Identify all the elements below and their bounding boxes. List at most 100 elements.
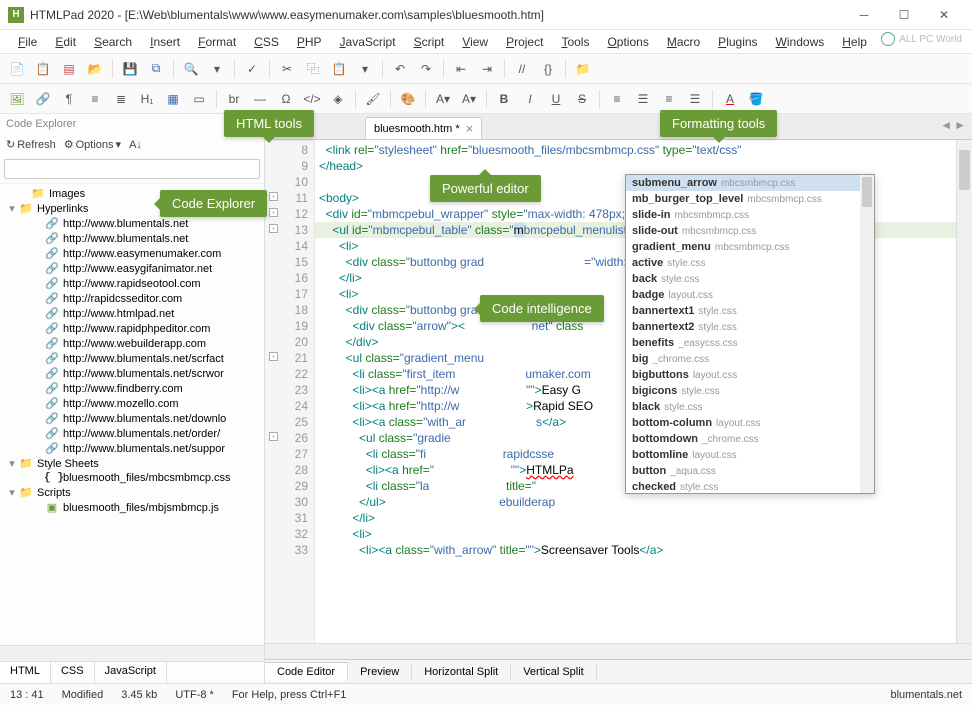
bold-icon[interactable]: B: [493, 88, 515, 110]
tree-link-10[interactable]: 🔗http://www.blumentals.net/scrwor: [4, 366, 260, 381]
new-doc-icon[interactable]: 📋: [32, 58, 54, 80]
view-tab-vertical-split[interactable]: Vertical Split: [511, 663, 597, 681]
autocomplete-popup[interactable]: submenu_arrow mbcsmbmcp.cssmb_burger_top…: [625, 174, 875, 494]
brush-icon[interactable]: 🖌: [362, 88, 384, 110]
tree-link-0[interactable]: 🔗http://www.blumentals.net: [4, 216, 260, 231]
close-button[interactable]: ✕: [924, 1, 964, 29]
minimize-button[interactable]: ─: [844, 1, 884, 29]
ac-item[interactable]: bigicons style.css: [626, 383, 874, 399]
ac-item[interactable]: submenu_arrow mbcsmbmcp.css: [626, 175, 874, 191]
ac-item[interactable]: black style.css: [626, 399, 874, 415]
menu-file[interactable]: File: [10, 33, 45, 51]
list-ol-icon[interactable]: ≡: [84, 88, 106, 110]
code-file-icon[interactable]: ▤: [58, 58, 80, 80]
comment-icon[interactable]: //: [511, 58, 533, 80]
font-size-icon[interactable]: A▾: [458, 88, 480, 110]
image-icon[interactable]: 🖼: [6, 88, 28, 110]
menu-edit[interactable]: Edit: [47, 33, 84, 51]
ac-item[interactable]: benefits _easycss.css: [626, 335, 874, 351]
link-icon[interactable]: 🔗: [32, 88, 54, 110]
tree-link-6[interactable]: 🔗http://www.htmlpad.net: [4, 306, 260, 321]
tree-stylesheets[interactable]: ▾📁Style Sheets: [4, 456, 260, 471]
dropdown-icon[interactable]: ▾: [206, 58, 228, 80]
sidebar-tab-javascript[interactable]: JavaScript: [95, 662, 167, 683]
menu-windows[interactable]: Windows: [768, 33, 833, 51]
font-icon[interactable]: A▾: [432, 88, 454, 110]
list-ul-icon[interactable]: ≣: [110, 88, 132, 110]
file-tab[interactable]: bluesmooth.htm * ×: [365, 117, 482, 139]
menu-tools[interactable]: Tools: [553, 33, 597, 51]
align-right-icon[interactable]: ≡: [658, 88, 680, 110]
folder-browse-icon[interactable]: 📁: [572, 58, 594, 80]
ac-item[interactable]: bottomdown _chrome.css: [626, 431, 874, 447]
tree-link-8[interactable]: 🔗http://www.webuilderapp.com: [4, 336, 260, 351]
copy-icon[interactable]: ⿻: [302, 58, 324, 80]
autocomplete-scroll[interactable]: [860, 175, 874, 493]
tab-close-icon[interactable]: ×: [466, 121, 474, 136]
tree-link-5[interactable]: 🔗http://rapidcsseditor.com: [4, 291, 260, 306]
tab-prev-icon[interactable]: ◄: [940, 118, 952, 132]
menu-format[interactable]: Format: [190, 33, 244, 51]
search-icon[interactable]: 🔍: [180, 58, 202, 80]
tree-css-item[interactable]: { }bluesmooth_files/mbcsmbmcp.css: [4, 471, 260, 485]
tree-link-4[interactable]: 🔗http://www.rapidseotool.com: [4, 276, 260, 291]
new-file-icon[interactable]: 📄: [6, 58, 28, 80]
strike-icon[interactable]: S: [571, 88, 593, 110]
underline-icon[interactable]: U: [545, 88, 567, 110]
code-editor[interactable]: 891011-12-13-1415161718192021-2223242526…: [265, 140, 972, 643]
tree-link-1[interactable]: 🔗http://www.blumentals.net: [4, 231, 260, 246]
view-tab-preview[interactable]: Preview: [348, 663, 412, 681]
tree-link-9[interactable]: 🔗http://www.blumentals.net/scrfact: [4, 351, 260, 366]
open-icon[interactable]: 📂: [84, 58, 106, 80]
menu-php[interactable]: PHP: [289, 33, 330, 51]
paragraph-icon[interactable]: ¶: [58, 88, 80, 110]
menu-insert[interactable]: Insert: [142, 33, 188, 51]
menu-macro[interactable]: Macro: [659, 33, 708, 51]
view-tab-code-editor[interactable]: Code Editor: [265, 662, 348, 681]
menu-project[interactable]: Project: [498, 33, 551, 51]
menu-view[interactable]: View: [454, 33, 496, 51]
tree-link-12[interactable]: 🔗http://www.mozello.com: [4, 396, 260, 411]
menu-css[interactable]: CSS: [246, 33, 287, 51]
tree-link-2[interactable]: 🔗http://www.easymenumaker.com: [4, 246, 260, 261]
table-icon[interactable]: ▦: [162, 88, 184, 110]
sidebar-tab-html[interactable]: HTML: [0, 662, 51, 683]
tree-link-15[interactable]: 🔗http://www.blumentals.net/suppor: [4, 441, 260, 456]
ac-item[interactable]: gradient_menu mbcsmbmcp.css: [626, 239, 874, 255]
menu-search[interactable]: Search: [86, 33, 140, 51]
bg-color-icon[interactable]: 🪣: [745, 88, 767, 110]
ac-item[interactable]: badge layout.css: [626, 287, 874, 303]
ac-item[interactable]: bigbuttons layout.css: [626, 367, 874, 383]
save-all-icon[interactable]: ⧉: [145, 58, 167, 80]
redo-icon[interactable]: ↷: [415, 58, 437, 80]
align-left-icon[interactable]: ≡: [606, 88, 628, 110]
editor-vscroll[interactable]: [956, 140, 972, 643]
ac-item[interactable]: big _chrome.css: [626, 351, 874, 367]
italic-icon[interactable]: I: [519, 88, 541, 110]
ac-item[interactable]: active style.css: [626, 255, 874, 271]
tab-next-icon[interactable]: ►: [954, 118, 966, 132]
paste-icon[interactable]: 📋: [328, 58, 350, 80]
brackets-icon[interactable]: {}: [537, 58, 559, 80]
ac-item[interactable]: bannertext2 style.css: [626, 319, 874, 335]
ac-item[interactable]: bannertext1 style.css: [626, 303, 874, 319]
ac-item[interactable]: slide-out mbcsmbmcp.css: [626, 223, 874, 239]
tree-scripts[interactable]: ▾📁Scripts: [4, 485, 260, 500]
tree-link-11[interactable]: 🔗http://www.findberry.com: [4, 381, 260, 396]
hr-icon[interactable]: —: [249, 88, 271, 110]
ac-item[interactable]: back style.css: [626, 271, 874, 287]
ac-item[interactable]: mb_burger_top_level mbcsmbmcp.css: [626, 191, 874, 207]
color-picker-icon[interactable]: 🎨: [397, 88, 419, 110]
align-center-icon[interactable]: ☰: [632, 88, 654, 110]
save-icon[interactable]: 💾: [119, 58, 141, 80]
refresh-button[interactable]: ↻ Refresh: [6, 138, 56, 151]
search-input[interactable]: [4, 159, 260, 179]
tree-link-14[interactable]: 🔗http://www.blumentals.net/order/: [4, 426, 260, 441]
heading-icon[interactable]: H₁: [136, 88, 158, 110]
gutter[interactable]: 891011-12-13-1415161718192021-2223242526…: [265, 140, 315, 643]
ac-item[interactable]: bottomline layout.css: [626, 447, 874, 463]
text-color-icon[interactable]: A: [719, 88, 741, 110]
editor-hscroll[interactable]: [265, 643, 972, 659]
form-icon[interactable]: ▭: [188, 88, 210, 110]
maximize-button[interactable]: ☐: [884, 1, 924, 29]
